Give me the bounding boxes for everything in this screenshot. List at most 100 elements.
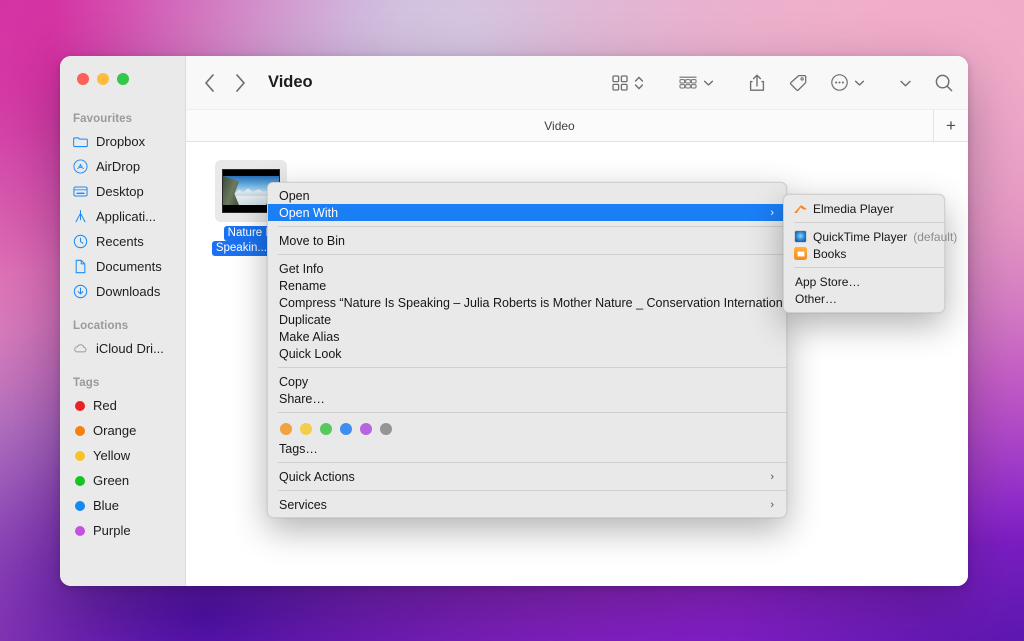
sidebar-item-downloads[interactable]: Downloads	[60, 279, 185, 304]
cloud-icon	[73, 341, 88, 356]
context-menu: Open Open With › Move to Bin Get Info Re…	[267, 182, 787, 518]
sidebar-item-label: Yellow	[93, 448, 130, 463]
sidebar-item-tag-red[interactable]: Red	[60, 393, 185, 418]
minimize-button[interactable]	[97, 73, 109, 85]
tag-dot-icon	[75, 476, 85, 486]
desktop-wallpaper: Favourites Dropbox AirDrop Desktop Appli…	[0, 0, 1024, 641]
menu-separator	[278, 226, 786, 227]
menu-separator	[278, 462, 786, 463]
chevron-down-icon[interactable]	[854, 74, 865, 92]
tag-swatch-yellow[interactable]	[300, 423, 312, 435]
sidebar-item-label: Applicati...	[96, 209, 156, 224]
quicktime-player-icon	[794, 230, 807, 243]
elmedia-player-icon	[794, 202, 807, 215]
chevron-up-down-icon[interactable]	[634, 74, 644, 92]
tag-swatch-green[interactable]	[320, 423, 332, 435]
menu-item-make-alias[interactable]: Make Alias	[268, 328, 786, 345]
submenu-item-label: App Store…	[795, 275, 860, 289]
sidebar-item-tag-yellow[interactable]: Yellow	[60, 443, 185, 468]
submenu-item-elmedia-player[interactable]: Elmedia Player	[784, 200, 944, 217]
menu-item-label: Compress “Nature Is Speaking – Julia Rob…	[279, 296, 849, 310]
sidebar-item-tag-purple[interactable]: Purple	[60, 518, 185, 543]
applications-icon	[73, 209, 88, 224]
submenu-item-app-store[interactable]: App Store…	[784, 273, 944, 290]
more-options-control[interactable]	[830, 73, 865, 92]
sidebar-item-tag-green[interactable]: Green	[60, 468, 185, 493]
menu-item-rename[interactable]: Rename	[268, 277, 786, 294]
menu-item-label: Get Info	[279, 262, 323, 276]
menu-separator	[278, 367, 786, 368]
sidebar-item-label: Blue	[93, 498, 119, 513]
close-button[interactable]	[77, 73, 89, 85]
submenu-item-label: Books	[813, 247, 846, 261]
sidebar-item-airdrop[interactable]: AirDrop	[60, 154, 185, 179]
menu-item-copy[interactable]: Copy	[268, 373, 786, 390]
tag-icon[interactable]	[788, 73, 808, 93]
submenu-item-label: Elmedia Player	[813, 202, 894, 216]
menu-item-label: Share…	[279, 392, 325, 406]
download-icon	[73, 284, 88, 299]
menu-item-compress[interactable]: Compress “Nature Is Speaking – Julia Rob…	[268, 294, 786, 311]
tag-swatch-grey[interactable]	[380, 423, 392, 435]
sidebar-item-desktop[interactable]: Desktop	[60, 179, 185, 204]
chevron-right-icon[interactable]	[235, 74, 246, 92]
sidebar-item-label: iCloud Dri...	[96, 341, 164, 356]
menu-separator	[278, 412, 786, 413]
sidebar-item-dropbox[interactable]: Dropbox	[60, 129, 185, 154]
search-icon[interactable]	[934, 73, 954, 93]
chevron-down-icon[interactable]	[703, 74, 714, 92]
grid-view-icon[interactable]	[611, 74, 629, 92]
sidebar-item-label: Documents	[96, 259, 162, 274]
tag-dot-icon	[75, 451, 85, 461]
sidebar-item-label: Purple	[93, 523, 131, 538]
page-title: Video	[268, 73, 313, 92]
submenu-item-quicktime-player[interactable]: QuickTime Player (default)	[784, 228, 944, 245]
menu-item-open[interactable]: Open	[268, 187, 786, 204]
view-options-control[interactable]	[611, 74, 644, 92]
ellipsis-circle-icon[interactable]	[830, 73, 849, 92]
tab-video[interactable]: Video	[186, 110, 934, 141]
sidebar-item-label: Downloads	[96, 284, 160, 299]
sidebar-item-tag-orange[interactable]: Orange	[60, 418, 185, 443]
sidebar-item-applications[interactable]: Applicati...	[60, 204, 185, 229]
menu-item-open-with[interactable]: Open With ›	[268, 204, 786, 221]
books-icon	[794, 247, 807, 260]
menu-item-tags[interactable]: Tags…	[268, 440, 786, 457]
folder-icon	[73, 134, 88, 149]
submenu-item-other[interactable]: Other…	[784, 290, 944, 307]
tag-swatch-purple[interactable]	[360, 423, 372, 435]
menu-item-move-to-bin[interactable]: Move to Bin	[268, 232, 786, 249]
menu-item-label: Open	[279, 189, 310, 203]
submenu-item-label: QuickTime Player	[813, 230, 907, 244]
group-by-control[interactable]	[678, 74, 714, 92]
sidebar-item-tag-blue[interactable]: Blue	[60, 493, 185, 518]
group-by-icon[interactable]	[678, 74, 698, 92]
window-traffic-lights	[60, 56, 185, 85]
sidebar-item-icloud-drive[interactable]: iCloud Dri...	[60, 336, 185, 361]
sidebar-item-label: Desktop	[96, 184, 144, 199]
menu-item-quick-actions[interactable]: Quick Actions ›	[268, 468, 786, 485]
zoom-button[interactable]	[117, 73, 129, 85]
sidebar-item-label: AirDrop	[96, 159, 140, 174]
menu-item-services[interactable]: Services ›	[268, 496, 786, 513]
submenu-item-default-tag: (default)	[913, 230, 957, 244]
chevron-down-icon[interactable]	[899, 74, 912, 92]
chevron-right-icon: ›	[770, 471, 774, 483]
finder-toolbar: Video	[186, 56, 968, 110]
submenu-item-books[interactable]: Books	[784, 245, 944, 262]
menu-item-share[interactable]: Share…	[268, 390, 786, 407]
menu-item-quick-look[interactable]: Quick Look	[268, 345, 786, 362]
chevron-left-icon[interactable]	[204, 74, 215, 92]
menu-item-label: Move to Bin	[279, 234, 345, 248]
sidebar-section-favourites-title: Favourites	[60, 113, 185, 129]
tag-swatch-orange[interactable]	[280, 423, 292, 435]
share-icon[interactable]	[748, 73, 766, 93]
sidebar-item-documents[interactable]: Documents	[60, 254, 185, 279]
menu-item-label: Tags…	[279, 442, 318, 456]
sidebar-item-label: Green	[93, 473, 129, 488]
menu-item-get-info[interactable]: Get Info	[268, 260, 786, 277]
sidebar-item-recents[interactable]: Recents	[60, 229, 185, 254]
new-tab-button[interactable]: +	[934, 110, 968, 141]
tag-swatch-blue[interactable]	[340, 423, 352, 435]
menu-item-duplicate[interactable]: Duplicate	[268, 311, 786, 328]
